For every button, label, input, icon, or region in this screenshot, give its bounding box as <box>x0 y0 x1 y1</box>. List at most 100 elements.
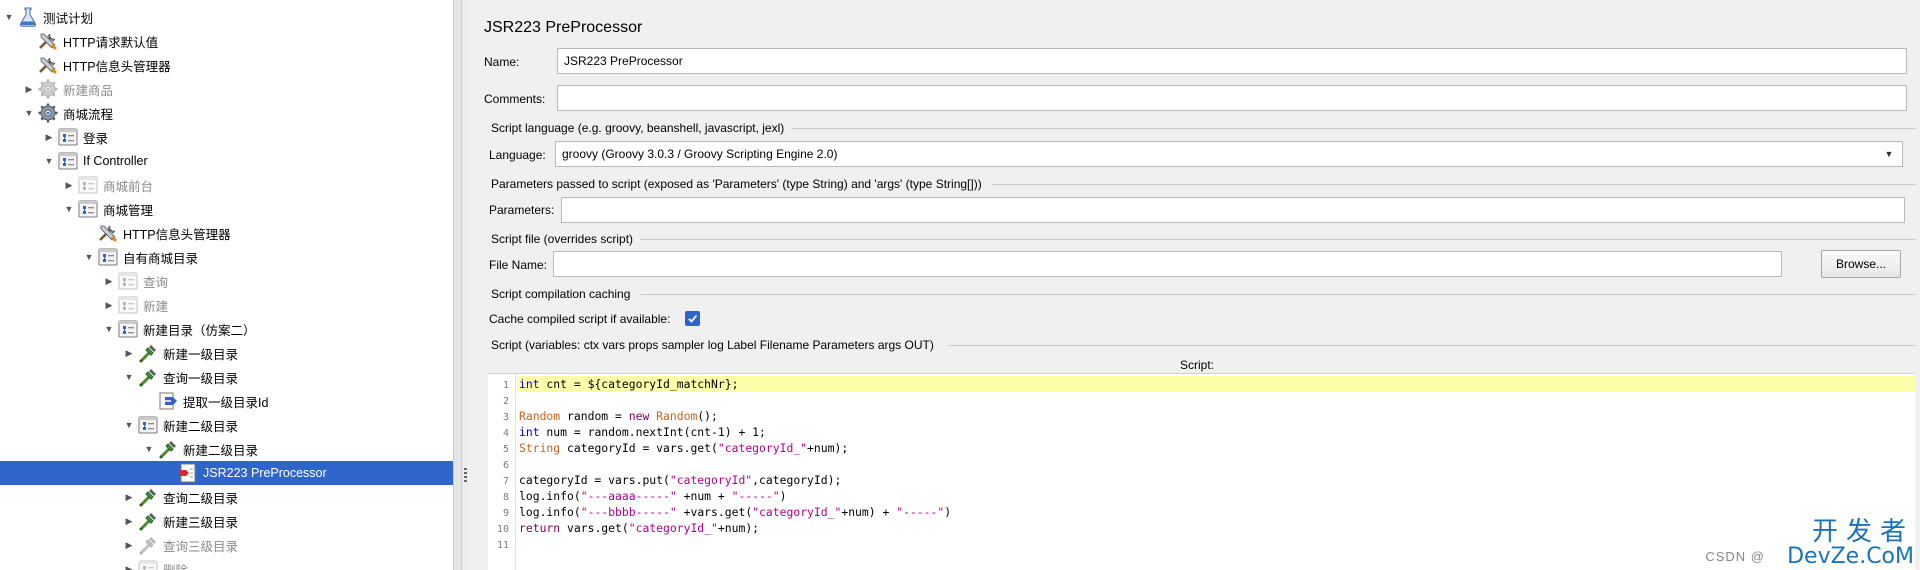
test-plan-tree[interactable]: ▼ 测试计划 HTTP请求默认值 HTTP信息头管理器 ▶ 新建商品 ▼ 商城流程 ▶ 登录 ▼ If… <box>0 0 453 570</box>
tree-node[interactable]: ▼ 查询一级目录 <box>0 365 453 389</box>
parameters-label: Parameters: <box>489 203 555 217</box>
tree-node-label: HTTP请求默认值 <box>63 35 159 50</box>
cache-checkbox[interactable] <box>685 311 700 326</box>
tree-node[interactable]: ▼ If Controller <box>0 149 453 173</box>
section-divider <box>640 239 1915 240</box>
tree-node[interactable]: HTTP信息头管理器 <box>0 221 453 245</box>
expanded-arrow-icon[interactable]: ▼ <box>43 149 55 173</box>
collapsed-arrow-icon[interactable]: ▶ <box>103 269 115 293</box>
tree-node-label: 新建一级目录 <box>163 347 239 362</box>
tree-node[interactable]: ▶ 商城前台 <box>0 173 453 197</box>
section-divider <box>992 184 1915 185</box>
expanded-arrow-icon[interactable]: ▼ <box>83 245 95 269</box>
file-name-input[interactable] <box>553 251 1782 277</box>
language-select-value: groovy (Groovy 3.0.3 / Groovy Scripting … <box>562 147 838 161</box>
browse-button[interactable]: Browse... <box>1821 250 1901 278</box>
tree-node-label: 商城前台 <box>103 179 154 194</box>
tree-node[interactable]: ▶ 新建一级目录 <box>0 341 453 365</box>
name-input[interactable] <box>557 48 1907 74</box>
name-label: Name: <box>484 55 520 69</box>
controller-icon <box>57 150 79 172</box>
controller-icon <box>137 558 159 570</box>
collapsed-arrow-icon[interactable]: ▶ <box>123 485 135 509</box>
expanded-arrow-icon[interactable]: ▼ <box>23 101 35 125</box>
collapsed-arrow-icon[interactable]: ▶ <box>63 173 75 197</box>
tree-node[interactable]: ▶ 查询三级目录 <box>0 533 453 557</box>
tree-node[interactable]: JSR223 PreProcessor <box>0 461 453 485</box>
expanded-arrow-icon[interactable]: ▼ <box>143 437 155 461</box>
line-number: 6 <box>502 460 509 471</box>
code-line[interactable]: categoryId = vars.put("categoryId",categ… <box>517 472 1915 488</box>
tree-node[interactable]: ▼ 测试计划 <box>0 5 453 29</box>
tree-node[interactable]: ▶ 新建三级目录 <box>0 509 453 533</box>
splitter-grip-icon <box>464 468 467 482</box>
line-number: 10 <box>496 524 509 535</box>
tree-node[interactable]: ▼ 自有商城目录 <box>0 245 453 269</box>
tree-node[interactable]: ▶ 新建 <box>0 293 453 317</box>
tree-node-label: 测试计划 <box>43 11 94 26</box>
tree-node[interactable]: ▶ 登录 <box>0 125 453 149</box>
tree-node[interactable]: ▼ 商城流程 <box>0 101 453 125</box>
tree-node-label: 新建二级目录 <box>183 443 259 458</box>
script-code-editor[interactable]: 1 2 3 4 5 6 7 8 9 10 11 int cnt = ${categoryId_mat… <box>488 373 1915 570</box>
sampler-icon <box>137 534 159 556</box>
tree-scroll-track <box>453 0 461 570</box>
expanded-arrow-icon[interactable]: ▼ <box>123 413 135 437</box>
code-line[interactable]: int num = random.nextInt(cnt-1) + 1; <box>517 424 1915 440</box>
expanded-arrow-icon[interactable]: ▼ <box>3 5 15 29</box>
watermark-en: DevZe.CoM <box>1787 544 1914 569</box>
script-section-title: Script (variables: ctx vars props sample… <box>491 338 934 352</box>
code-line[interactable] <box>517 456 1915 472</box>
language-select[interactable]: groovy (Groovy 3.0.3 / Groovy Scripting … <box>555 141 1903 167</box>
code-line[interactable]: int cnt = ${categoryId_matchNr}; <box>517 376 1915 392</box>
controller-icon <box>57 126 79 148</box>
collapsed-arrow-icon[interactable]: ▶ <box>43 125 55 149</box>
section-divider <box>791 128 1915 129</box>
tree-node[interactable]: ▶ 新建商品 <box>0 77 453 101</box>
collapsed-arrow-icon[interactable]: ▶ <box>123 533 135 557</box>
line-number: 2 <box>502 396 509 407</box>
tree-node[interactable]: ▼ 新建二级目录 <box>0 437 453 461</box>
collapsed-arrow-icon[interactable]: ▶ <box>123 341 135 365</box>
tree-node-label: 提取一级目录Id <box>183 395 269 410</box>
tree-node[interactable]: ▶ 查询 <box>0 269 453 293</box>
controller-icon <box>97 246 119 268</box>
script-header-label: Script: <box>1180 358 1215 372</box>
script-file-section-title: Script file (overrides script) <box>491 232 634 246</box>
splitter-handle[interactable] <box>461 0 468 570</box>
line-number: 5 <box>502 444 509 455</box>
code-line[interactable]: Random random = new Random(); <box>517 408 1915 424</box>
tree-node[interactable]: HTTP信息头管理器 <box>0 53 453 77</box>
code-line[interactable] <box>517 392 1915 408</box>
tree-node[interactable]: ▼ 商城管理 <box>0 197 453 221</box>
controller-icon <box>117 318 139 340</box>
extractor-icon <box>157 390 179 412</box>
language-label: Language: <box>489 148 546 162</box>
code-line[interactable]: log.info("---aaaa-----" +num + "-----") <box>517 488 1915 504</box>
collapsed-arrow-icon[interactable]: ▶ <box>123 509 135 533</box>
tree-node[interactable]: HTTP请求默认值 <box>0 29 453 53</box>
expanded-arrow-icon[interactable]: ▼ <box>103 317 115 341</box>
expanded-arrow-icon[interactable]: ▼ <box>63 197 75 221</box>
expanded-arrow-icon[interactable]: ▼ <box>123 365 135 389</box>
code-line[interactable]: return vars.get("categoryId_"+num); <box>517 520 1915 536</box>
tree-node-label: 查询三级目录 <box>163 539 239 554</box>
tree-node[interactable]: ▶ 查询二级目录 <box>0 485 453 509</box>
tree-node[interactable]: 提取一级目录Id <box>0 389 453 413</box>
tree-node-label: If Controller <box>83 154 148 168</box>
tree-node[interactable]: ▶ 删除 <box>0 557 453 570</box>
code-line[interactable]: String categoryId = vars.get("categoryId… <box>517 440 1915 456</box>
collapsed-arrow-icon[interactable]: ▶ <box>103 293 115 317</box>
tree-node[interactable]: ▼ 新建目录（仿案二） <box>0 317 453 341</box>
controller-icon <box>77 198 99 220</box>
parameters-input[interactable] <box>561 197 1905 223</box>
collapsed-arrow-icon[interactable]: ▶ <box>23 77 35 101</box>
comments-input[interactable] <box>557 85 1907 111</box>
tree-node[interactable]: ▼ 新建二级目录 <box>0 413 453 437</box>
chevron-down-icon[interactable]: ▼ <box>1882 149 1896 159</box>
collapsed-arrow-icon[interactable]: ▶ <box>123 557 135 570</box>
line-number: 3 <box>502 412 509 423</box>
code-line[interactable]: log.info("---bbbb-----" +vars.get("categ… <box>517 504 1915 520</box>
controller-icon <box>117 294 139 316</box>
check-icon <box>688 314 698 323</box>
